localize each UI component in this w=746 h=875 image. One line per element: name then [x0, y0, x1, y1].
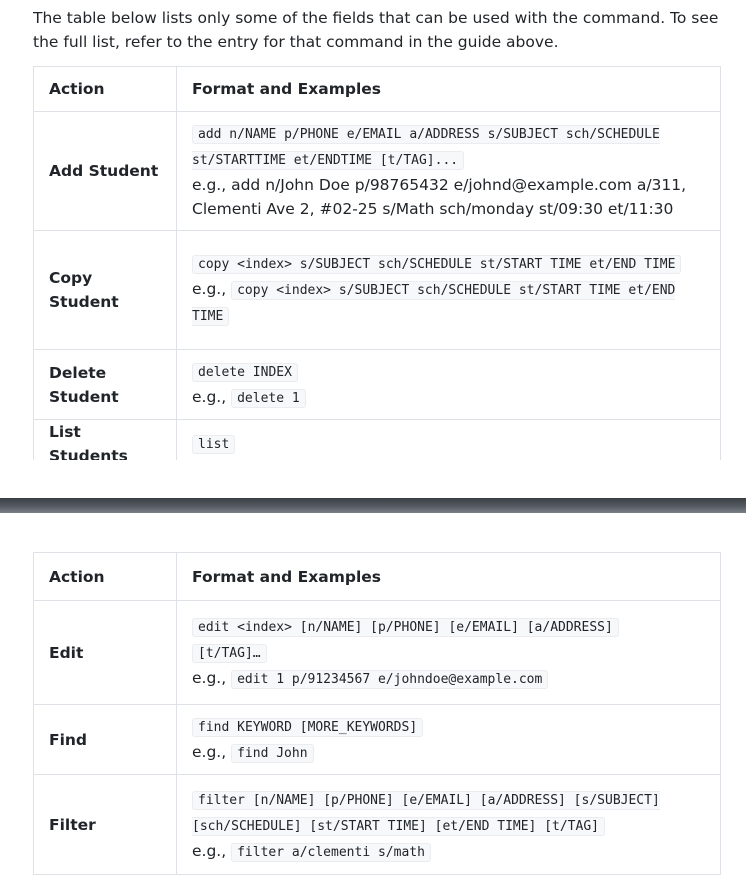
table-row: Filter filter [n/NAME] [p/PHONE] [e/EMAI…	[33, 774, 721, 875]
example-prefix: e.g.,	[192, 742, 232, 761]
example-code: filter a/clementi s/math	[231, 843, 431, 862]
intro-paragraph: The table below lists only some of the f…	[33, 9, 719, 51]
header-action: Action	[33, 66, 177, 112]
crop-gap	[0, 513, 746, 553]
action-cell: Filter	[33, 774, 177, 875]
action-cell: Delete Student	[33, 349, 177, 420]
example-prefix: e.g.,	[192, 387, 232, 406]
example-code: edit 1 p/91234567 e/johndoe@example.com	[231, 669, 549, 689]
action-cell: Add Student	[33, 111, 177, 231]
example-code: delete 1	[231, 388, 306, 408]
format-code: find KEYWORD [MORE_KEYWORDS]	[192, 717, 424, 737]
crop-gap	[0, 460, 746, 498]
table-row: Copy Student copy <index> s/SUBJECT sch/…	[33, 230, 721, 350]
table-header-row: Action Format and Examples	[33, 66, 721, 112]
example-prefix: e.g.,	[192, 668, 232, 687]
format-cell: add n/NAME p/PHONE e/EMAIL a/ADDRESS s/S…	[176, 111, 721, 231]
action-cell: Copy Student	[33, 230, 177, 350]
screenshot-divider	[0, 498, 746, 513]
format-code-tail: [t/TAG]…	[192, 643, 267, 663]
format-cell: filter [n/NAME] [p/PHONE] [e/EMAIL] [a/A…	[176, 774, 721, 875]
command-table-1: Action Format and Examples Add Student a…	[33, 66, 721, 469]
table-row: Add Student add n/NAME p/PHONE e/EMAIL a…	[33, 111, 721, 231]
command-table-2: Action Format and Examples Edit edit <in…	[33, 552, 721, 875]
example-prefix: e.g.,	[192, 176, 232, 194]
format-cell: delete INDEX e.g., delete 1	[176, 349, 721, 420]
format-code: copy <index> s/SUBJECT sch/SCHEDULE st/S…	[192, 255, 682, 274]
format-code: delete INDEX	[192, 362, 298, 382]
example-prefix: e.g.,	[192, 842, 232, 860]
example-code: copy <index> s/SUBJECT sch/SCHEDULE st/S…	[192, 281, 676, 326]
table-row: Find find KEYWORD [MORE_KEYWORDS] e.g., …	[33, 704, 721, 775]
format-code: list	[192, 435, 236, 454]
format-cell: edit <index> [n/NAME] [p/PHONE] [e/EMAIL…	[176, 600, 721, 705]
header-format: Format and Examples	[176, 66, 721, 112]
format-code: edit <index> [n/NAME] [p/PHONE] [e/EMAIL…	[192, 617, 619, 637]
format-code: filter [n/NAME] [p/PHONE] [e/EMAIL] [a/A…	[192, 791, 660, 836]
format-code: add n/NAME p/PHONE e/EMAIL a/ADDRESS s/S…	[192, 125, 660, 170]
table-row: Edit edit <index> [n/NAME] [p/PHONE] [e/…	[33, 600, 721, 705]
example-prefix: e.g.,	[192, 280, 232, 298]
example-code: find John	[231, 743, 314, 763]
table-row: Delete Student delete INDEX e.g., delete…	[33, 349, 721, 420]
format-cell: copy <index> s/SUBJECT sch/SCHEDULE st/S…	[176, 230, 721, 350]
header-action: Action	[33, 552, 177, 601]
action-cell: Find	[33, 704, 177, 775]
format-cell: find KEYWORD [MORE_KEYWORDS] e.g., find …	[176, 704, 721, 775]
header-format: Format and Examples	[176, 552, 721, 601]
action-cell: Edit	[33, 600, 177, 705]
example-text: add n/John Doe p/98765432 e/johnd@exampl…	[192, 176, 687, 218]
table-header-row: Action Format and Examples	[33, 552, 721, 601]
